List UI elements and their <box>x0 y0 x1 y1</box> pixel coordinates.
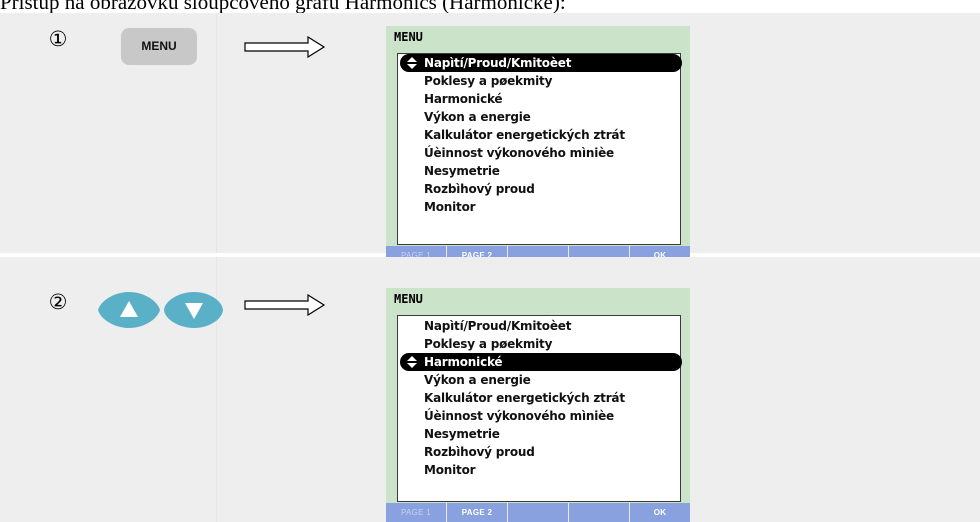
menu-item-label: Rozbìhový proud <box>424 445 535 459</box>
menu-item[interactable]: Úèinnost výkonového mìnièe <box>398 144 680 162</box>
step-number: ① <box>48 27 68 51</box>
down-arrow-icon[interactable] <box>164 292 223 328</box>
menu-button[interactable]: MENU <box>121 28 197 65</box>
arrow-keys <box>98 292 223 328</box>
menu-item[interactable]: Rozbìhový proud <box>398 443 680 461</box>
menu-item-label: Výkon a energie <box>424 110 531 124</box>
instrument-screen: MENU Napìtí/Proud/Kmitoèet Poklesy a pøe… <box>386 26 690 265</box>
menu-item-label: Kalkulátor energetických ztrát <box>424 128 625 142</box>
up-arrow-icon[interactable] <box>98 292 160 328</box>
menu-item-label: Nesymetrie <box>424 427 500 441</box>
divider <box>216 13 217 253</box>
menu-list-box: Napìtí/Proud/Kmitoèet Poklesy a pøekmity… <box>397 53 682 245</box>
menu-item[interactable]: Monitor <box>398 198 680 216</box>
screen-title: MENU <box>394 292 423 306</box>
menu-item-label: Harmonické <box>424 355 503 369</box>
menu-item-label: Poklesy a pøekmity <box>424 337 553 351</box>
menu-list: Napìtí/Proud/Kmitoèet Poklesy a pøekmity… <box>398 54 682 216</box>
menu-item-label: Nesymetrie <box>424 164 500 178</box>
menu-item-label: Harmonické <box>424 92 503 106</box>
menu-item[interactable]: Nesymetrie <box>398 425 680 443</box>
menu-item[interactable]: Poklesy a pøekmity <box>398 72 680 90</box>
softkey-page-2[interactable]: PAGE 2 <box>447 503 508 522</box>
up-down-arrows-icon <box>407 57 417 69</box>
menu-item-selected[interactable]: Napìtí/Proud/Kmitoèet <box>400 54 682 72</box>
instrument-screen: MENU Napìtí/Proud/Kmitoèet Poklesy a pøe… <box>386 288 690 522</box>
step-1-panel: ① MENU MENU Napìtí/Proud/Kmitoèet Pokles… <box>0 13 980 265</box>
menu-item[interactable]: Kalkulátor energetických ztrát <box>398 126 680 144</box>
menu-item[interactable]: Kalkulátor energetických ztrát <box>398 389 680 407</box>
up-down-arrows-icon <box>407 356 417 368</box>
right-arrow-icon <box>244 294 326 316</box>
menu-item[interactable]: Harmonické <box>398 90 680 108</box>
menu-list: Napìtí/Proud/Kmitoèet Poklesy a pøekmity… <box>398 317 682 479</box>
menu-list-box: Napìtí/Proud/Kmitoèet Poklesy a pøekmity… <box>397 315 682 502</box>
menu-item-selected[interactable]: Harmonické <box>400 353 682 371</box>
menu-item-label: Úèinnost výkonového mìnièe <box>424 146 614 160</box>
step-2-panel: ② MENU Napìtí/Proud/Kmitoèet Poklesy a p… <box>0 257 980 522</box>
softkey-bar: PAGE 1 PAGE 2 OK <box>386 503 690 522</box>
menu-item[interactable]: Rozbìhový proud <box>398 180 680 198</box>
menu-item-label: Monitor <box>424 463 476 477</box>
menu-item-label: Poklesy a pøekmity <box>424 74 553 88</box>
softkey-empty[interactable] <box>569 503 630 522</box>
menu-item[interactable]: Napìtí/Proud/Kmitoèet <box>398 317 680 335</box>
menu-item-label: Napìtí/Proud/Kmitoèet <box>424 56 572 70</box>
menu-item-label: Monitor <box>424 200 476 214</box>
menu-item[interactable]: Monitor <box>398 461 680 479</box>
step-number: ② <box>48 290 68 314</box>
menu-item[interactable]: Úèinnost výkonového mìnièe <box>398 407 680 425</box>
menu-item-label: Rozbìhový proud <box>424 182 535 196</box>
softkey-ok[interactable]: OK <box>630 503 690 522</box>
menu-item-label: Úèinnost výkonového mìnièe <box>424 409 614 423</box>
menu-item[interactable]: Výkon a energie <box>398 371 680 389</box>
page-heading: Přístup na obrazovku sloupcového grafu H… <box>0 0 566 14</box>
softkey-empty[interactable] <box>508 503 569 522</box>
menu-item[interactable]: Poklesy a pøekmity <box>398 335 680 353</box>
menu-item-label: Kalkulátor energetických ztrát <box>424 391 625 405</box>
menu-item-label: Výkon a energie <box>424 373 531 387</box>
menu-item[interactable]: Nesymetrie <box>398 162 680 180</box>
menu-item[interactable]: Výkon a energie <box>398 108 680 126</box>
screen-title: MENU <box>394 30 423 44</box>
menu-item-label: Napìtí/Proud/Kmitoèet <box>424 319 572 333</box>
softkey-page-1[interactable]: PAGE 1 <box>386 503 447 522</box>
right-arrow-icon <box>244 36 326 58</box>
